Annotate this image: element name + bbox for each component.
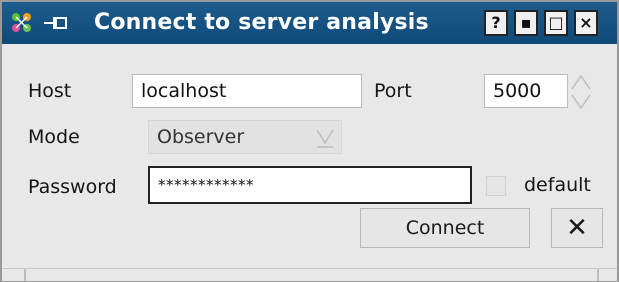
mode-label: Mode bbox=[28, 126, 80, 148]
title-bar[interactable]: Connect to server analysis ? ▪ □ × bbox=[2, 2, 617, 44]
host-input[interactable] bbox=[132, 74, 362, 108]
window-title: Connect to server analysis bbox=[94, 10, 429, 35]
maximize-button[interactable]: □ bbox=[544, 10, 568, 36]
status-divider bbox=[597, 269, 599, 281]
connect-button[interactable]: Connect bbox=[360, 208, 530, 248]
status-bar bbox=[2, 268, 617, 281]
password-label: Password bbox=[28, 176, 117, 198]
default-checkbox[interactable] bbox=[486, 176, 506, 196]
default-label: default bbox=[524, 174, 591, 196]
port-label: Port bbox=[374, 80, 412, 102]
app-icon bbox=[12, 13, 31, 32]
connect-dialog-window: Connect to server analysis ? ▪ □ × Host … bbox=[0, 0, 619, 282]
spin-down-icon[interactable] bbox=[570, 93, 592, 110]
minimize-button[interactable]: ▪ bbox=[514, 10, 538, 36]
host-label: Host bbox=[28, 80, 72, 102]
close-window-button[interactable]: × bbox=[574, 10, 598, 36]
password-input[interactable] bbox=[148, 166, 472, 204]
mode-selected-value: Observer bbox=[157, 126, 245, 148]
cancel-button[interactable]: ✕ bbox=[551, 208, 603, 248]
spin-up-icon[interactable] bbox=[570, 74, 592, 91]
mode-select[interactable]: Observer bbox=[148, 120, 342, 154]
dropdown-arrow-icon bbox=[316, 129, 334, 148]
status-divider bbox=[24, 269, 26, 281]
port-input[interactable] bbox=[484, 74, 568, 108]
help-button[interactable]: ? bbox=[484, 10, 508, 36]
dialog-body: Host Port Mode Observer Password default… bbox=[2, 44, 617, 281]
pin-icon[interactable] bbox=[42, 11, 68, 35]
